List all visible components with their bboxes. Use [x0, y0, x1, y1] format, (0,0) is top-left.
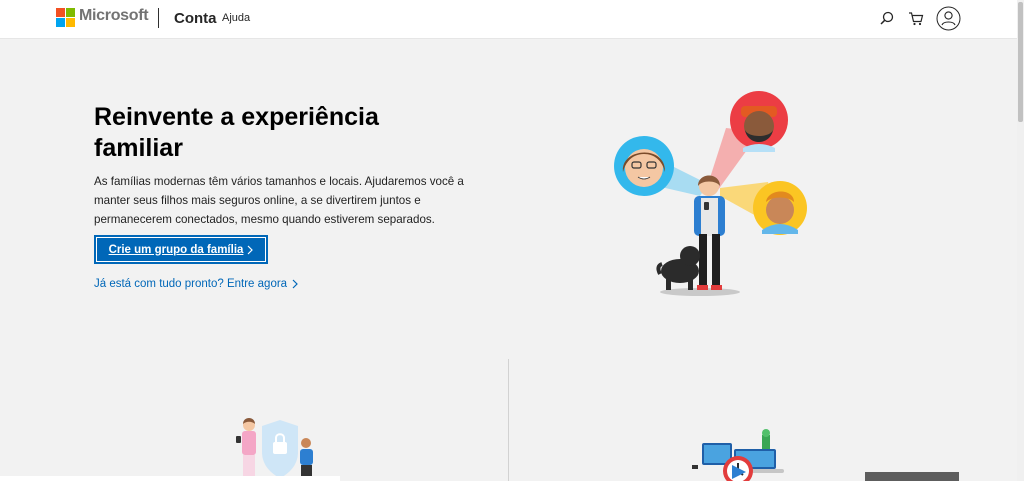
logo-square-green — [66, 8, 75, 17]
sign-in-link[interactable]: Já está com tudo pronto? Entre agora — [94, 278, 298, 290]
bottom-card-edge — [0, 476, 340, 481]
nav-link-ajuda[interactable]: Ajuda — [222, 12, 250, 24]
brand-name[interactable]: Microsoft — [79, 7, 149, 25]
family-connection-illustration — [614, 91, 807, 296]
scrollbar-thumb[interactable] — [1018, 2, 1023, 122]
chevron-right-icon — [247, 245, 254, 254]
microsoft-logo-icon[interactable] — [56, 8, 75, 27]
screen-time-illustration — [692, 429, 784, 481]
page-scrollbar[interactable] — [1017, 0, 1024, 481]
create-family-group-button[interactable]: Crie um grupo da família — [94, 235, 268, 264]
brand-divider — [158, 8, 159, 28]
sign-in-label: Já está com tudo pronto? Entre agora — [94, 278, 288, 290]
chevron-right-icon — [292, 279, 298, 289]
logo-square-blue — [56, 18, 65, 27]
search-icon[interactable] — [877, 9, 897, 29]
hero-title: Reinvente a experiência familiar — [94, 103, 379, 162]
family-safety-illustration — [236, 418, 313, 481]
logo-square-yellow — [66, 18, 75, 27]
hero-description: As famílias modernas têm vários tamanhos… — [94, 175, 464, 226]
create-family-group-label: Crie um grupo da família — [108, 243, 244, 256]
nav-link-conta[interactable]: Conta — [174, 10, 217, 27]
feedback-tab[interactable] — [865, 472, 959, 481]
cart-icon[interactable] — [906, 9, 926, 29]
section-divider — [508, 359, 509, 481]
top-navigation-bar: Microsoft Conta Ajuda — [0, 0, 1017, 39]
profile-icon[interactable] — [936, 6, 961, 31]
logo-square-red — [56, 8, 65, 17]
